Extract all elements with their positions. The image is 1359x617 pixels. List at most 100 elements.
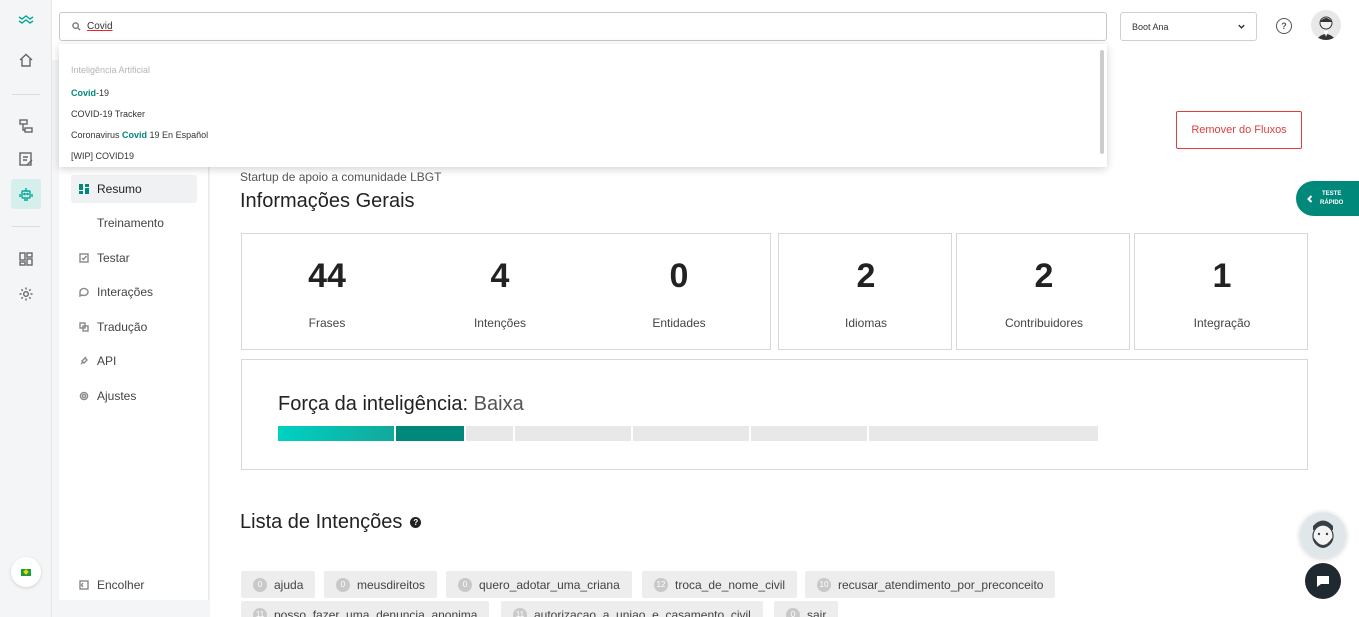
intent-name: quero_adotar_uma_criana xyxy=(479,577,620,592)
result-match: Covid xyxy=(122,130,148,140)
intent-count: 0 xyxy=(336,577,350,592)
intent-chip[interactable]: 0 quero_adotar_uma_criana xyxy=(446,571,632,598)
intelligence-strength-card: Força da inteligência: Baixa xyxy=(241,359,1308,470)
stat-value: 2 xyxy=(1034,257,1054,295)
search-result-item[interactable]: Coronavirus Covid 19 En Español xyxy=(71,130,208,140)
home-icon[interactable] xyxy=(14,48,38,72)
bot-description: Startup de apoio a comunidade LBGT xyxy=(240,170,442,184)
sidebar-item-traducao[interactable]: Tradução xyxy=(71,313,197,341)
gear-icon[interactable] xyxy=(14,282,38,306)
rail-divider xyxy=(12,94,40,95)
dropdown-scrollbar[interactable] xyxy=(1100,50,1104,154)
intent-count: 0 xyxy=(786,607,800,617)
intent-chip[interactable]: 11 posso_fazer_uma_denuncia_anonima xyxy=(241,601,490,617)
stat-value: 0 xyxy=(669,257,689,295)
dashboard-icon[interactable] xyxy=(14,247,38,271)
help-icon[interactable]: ? xyxy=(410,517,422,528)
search-result-item[interactable]: Covid-19 xyxy=(71,88,109,98)
intelligence-strength-bar xyxy=(278,426,1102,441)
chat-bubble-icon xyxy=(1317,576,1329,587)
quick-test-line1: TESTE xyxy=(1322,190,1342,197)
sidebar-item-testar[interactable]: Testar xyxy=(71,244,197,272)
sidebar-item-label: Treinamento xyxy=(97,216,164,230)
intents-title-text: Lista de Intenções xyxy=(240,511,403,533)
collapse-icon xyxy=(77,578,91,592)
intent-chip[interactable]: 12 troca_de_nome_civil xyxy=(642,571,798,598)
stats-card-contribuidores: 2 Contribuidores xyxy=(956,233,1130,350)
stat-value: 4 xyxy=(490,257,510,295)
intelligence-strength-value: Baixa xyxy=(473,393,524,415)
sidebar-item-ajustes[interactable]: Ajustes xyxy=(71,382,197,410)
open-chat-button[interactable] xyxy=(1305,563,1341,599)
intent-chip[interactable]: 10 recusar_atendimento_por_preconceito xyxy=(805,571,1056,598)
result-text: [WIP] COVID19 xyxy=(71,151,135,161)
intent-name: ajuda xyxy=(274,577,304,592)
strength-segment xyxy=(466,426,513,441)
sidebar-item-resumo[interactable]: Resumo xyxy=(71,175,197,203)
sidebar-collapse-label: Encolher xyxy=(97,578,145,592)
search-result-item[interactable]: COVID-19 Tracker xyxy=(71,109,145,119)
intent-count: 12 xyxy=(654,577,668,592)
bot-select[interactable]: Boot Ana xyxy=(1120,12,1257,41)
flows-icon[interactable] xyxy=(14,114,38,138)
stat-value: 44 xyxy=(308,257,346,295)
remove-from-flows-button[interactable]: Remover do Fluxos xyxy=(1176,111,1302,149)
quick-test-tab[interactable]: TESTE RÁPIDO xyxy=(1296,181,1359,216)
stats-card-integracao: 1 Integração xyxy=(1134,233,1308,350)
quick-test-label: TESTE RÁPIDO xyxy=(1320,190,1343,208)
intent-chip[interactable]: 11 autorizacao_a_uniao_e_casamento_civil xyxy=(501,601,763,617)
bot-avatar[interactable] xyxy=(1300,512,1346,558)
search-icon xyxy=(72,22,81,31)
stat-entidades: 0 Entidades xyxy=(609,256,749,330)
intent-chip[interactable]: 0 meusdireitos xyxy=(324,571,438,598)
intent-count: 0 xyxy=(458,577,472,592)
sidebar-item-label: Resumo xyxy=(97,182,142,196)
stat-label: Contribuidores xyxy=(1004,316,1084,330)
user-avatar-icon xyxy=(1316,16,1336,40)
sidebar-item-treinamento[interactable]: Treinamento xyxy=(71,209,197,237)
stat-intencoes: 4 Intenções xyxy=(430,256,570,330)
stat-frases: 44 Frases xyxy=(257,256,397,330)
language-flag-button[interactable] xyxy=(11,557,41,587)
brazil-flag-icon xyxy=(21,568,31,576)
intent-chip[interactable]: 0 sair xyxy=(774,601,839,617)
sidebar-item-api[interactable]: API xyxy=(71,347,197,375)
left-rail xyxy=(0,0,52,617)
result-text: -19 xyxy=(96,88,110,98)
sidebar-item-label: Testar xyxy=(97,251,130,265)
intelligence-strength-label: Força da inteligência: xyxy=(278,393,469,415)
intent-count: 10 xyxy=(817,577,831,592)
sidebar-collapse-button[interactable]: Encolher xyxy=(71,571,197,599)
search-box[interactable] xyxy=(59,12,1107,41)
strength-segment xyxy=(515,426,631,441)
stat-value: 2 xyxy=(856,257,876,295)
stat-label: Idiomas xyxy=(844,316,888,330)
result-match: Covid xyxy=(71,88,97,98)
stat-idiomas: 2 Idiomas xyxy=(796,256,936,330)
bothub-logo-icon[interactable] xyxy=(14,7,38,31)
help-icon[interactable]: ? xyxy=(1276,18,1292,34)
dashboard-icon xyxy=(77,182,91,196)
intent-name: recusar_atendimento_por_preconceito xyxy=(838,577,1044,592)
chat-icon xyxy=(77,285,91,299)
intent-chip[interactable]: 0 ajuda xyxy=(241,571,316,598)
strength-segment xyxy=(869,426,1098,441)
sidebar-item-label: Tradução xyxy=(97,320,148,334)
chevron-left-icon xyxy=(1307,194,1313,203)
sidebar-item-interacoes[interactable]: Interações xyxy=(71,278,197,306)
search-input[interactable] xyxy=(87,21,987,32)
intent-count: 11 xyxy=(253,607,267,617)
sidebar-item-label: API xyxy=(97,354,117,368)
quick-test-line2: RÁPIDO xyxy=(1320,199,1344,206)
sidebar-item-label: Ajustes xyxy=(97,389,137,403)
chevron-down-icon xyxy=(1238,24,1245,29)
robot-icon[interactable] xyxy=(11,179,41,209)
search-result-item[interactable]: [WIP] COVID19 xyxy=(71,151,134,161)
stat-label: Intenções xyxy=(473,316,527,330)
notes-icon[interactable] xyxy=(14,147,38,171)
avatar[interactable] xyxy=(1311,10,1341,40)
check-icon xyxy=(77,251,91,265)
stat-label: Frases xyxy=(308,316,346,330)
result-text: 19 En Español xyxy=(147,130,209,140)
intelligence-strength-title: Força da inteligência: Baixa xyxy=(278,393,524,416)
